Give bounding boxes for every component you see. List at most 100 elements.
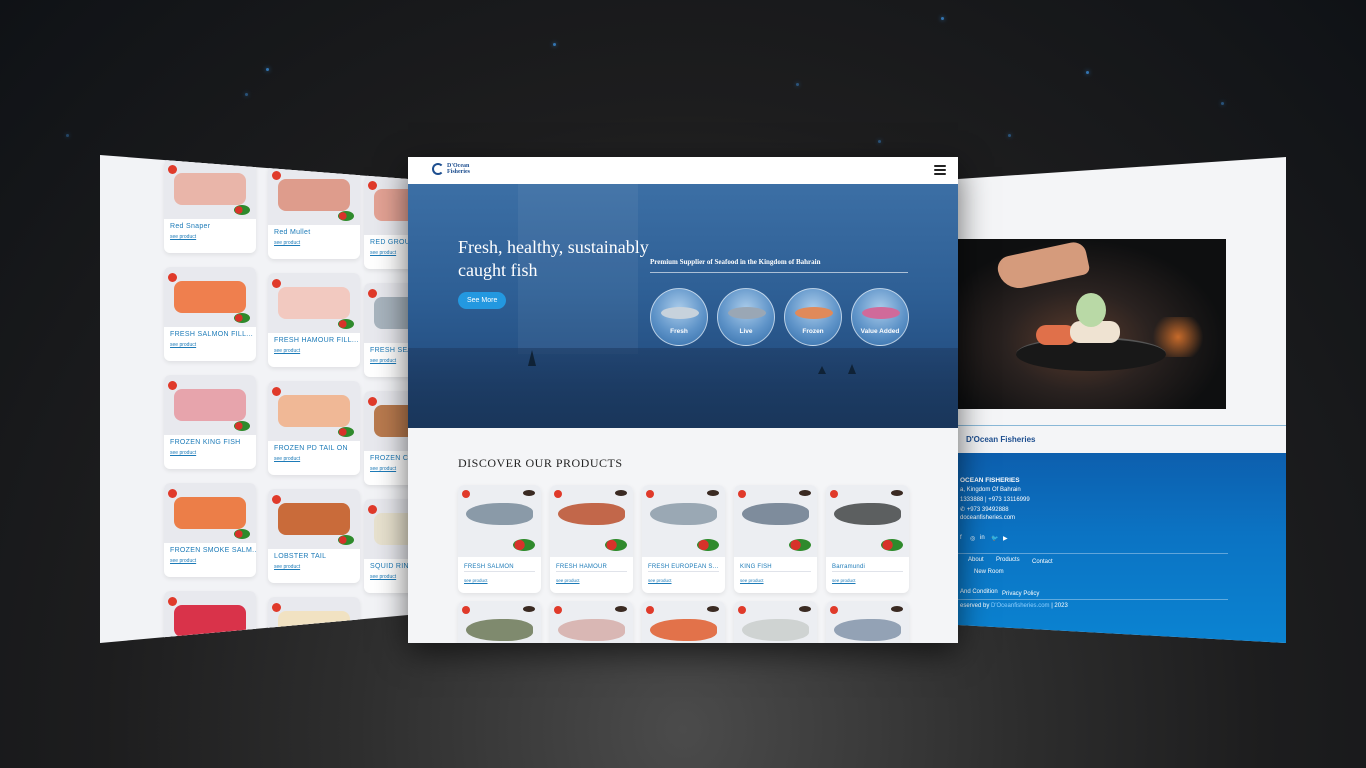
left-preview-panel: Red Snaper see product FRESH SALMON FILL..… (100, 155, 408, 643)
product-card[interactable]: RED GROUPE...see product (364, 175, 408, 269)
product-image (458, 601, 541, 643)
vegetables-icon (881, 539, 903, 551)
product-image (826, 601, 909, 643)
product-name: KING FISH (740, 564, 772, 570)
badge-icon (368, 181, 377, 190)
hero-subtitle: Premium Supplier of Seafood in the Kingd… (650, 258, 821, 266)
vegetables-icon (513, 539, 535, 551)
product-image (550, 485, 633, 557)
spice-icon (615, 490, 627, 496)
product-image (268, 273, 360, 333)
product-card[interactable]: Red Mullet see product (268, 165, 360, 259)
see-more-button[interactable]: See More (458, 292, 507, 309)
product-card[interactable]: LOBSTER TAIL see product (268, 489, 360, 583)
spice-icon (523, 490, 535, 496)
product-card[interactable]: see product (826, 601, 909, 643)
footer-link-terms[interactable]: And Condition (960, 589, 998, 595)
see-product-link[interactable]: see product (164, 446, 256, 460)
product-image (268, 489, 360, 549)
twitter-icon[interactable]: 🐦 (991, 535, 998, 542)
badge-icon (368, 289, 377, 298)
product-card[interactable]: see product (164, 591, 256, 643)
hamburger-menu-icon[interactable] (934, 165, 946, 175)
footer-address: a, Kingdom Of Bahrain (960, 487, 1021, 493)
product-card[interactable]: SQUID RING...see product (364, 499, 408, 593)
category-value-added[interactable]: Value Added (851, 288, 909, 346)
category-image (661, 307, 699, 319)
footer-link-products[interactable]: Products (996, 557, 1020, 563)
product-name: LOBSTER TAIL (274, 553, 327, 560)
product-card[interactable]: FRESH HAMOUR FILL... see product (268, 273, 360, 367)
badge-icon (368, 397, 377, 406)
see-product-link[interactable]: see product (164, 230, 256, 244)
product-card[interactable]: see product (642, 601, 725, 643)
product-name: FRESH HAMOUR FILL... (274, 337, 359, 344)
footer-link-contact[interactable]: Contact (1032, 559, 1053, 565)
product-card[interactable]: FRESH HAMOUR see product (550, 485, 633, 593)
products-section: DISCOVER OUR PRODUCTS FRESH SALMON see pr… (408, 456, 958, 643)
category-label: Frozen (802, 328, 824, 335)
star (1221, 102, 1224, 105)
divider (650, 272, 908, 273)
see-product-link[interactable]: see product (364, 246, 408, 260)
see-product-link[interactable]: see product (268, 560, 360, 574)
product-card[interactable]: FRESH SALMON see product (458, 485, 541, 593)
instagram-icon[interactable]: ◎ (970, 535, 975, 542)
product-image (642, 485, 725, 557)
see-product-link[interactable]: see product (268, 236, 360, 250)
youtube-icon[interactable]: ▶ (1003, 535, 1008, 542)
footer-link-privacy[interactable]: Privacy Policy (1002, 591, 1039, 597)
see-product-link[interactable]: see product (268, 344, 360, 358)
badge-icon (738, 490, 746, 498)
badge-icon (272, 495, 281, 504)
product-card[interactable]: see product (458, 601, 541, 643)
footer-phones: 1333888 | +973 13116999 (960, 497, 1030, 503)
badge-icon (646, 606, 654, 614)
category-label: Fresh (670, 328, 688, 335)
footer-email: doceanfisheries.com (960, 515, 1016, 521)
see-product-link[interactable]: see product (364, 462, 408, 476)
facebook-icon[interactable]: f (960, 535, 962, 541)
product-card[interactable]: KING FISH see product (734, 485, 817, 593)
site-logo[interactable]: D'Ocean Fisheries (432, 163, 470, 175)
product-card[interactable]: Barramundi see product (826, 485, 909, 593)
category-image (862, 307, 900, 319)
product-grid: FRESH SALMON see product FRESH HAMOUR see p… (458, 485, 909, 643)
vegetables-icon (789, 539, 811, 551)
footer-phone2: ✆ +973 39492888 (960, 507, 1009, 513)
product-card[interactable]: see product (734, 601, 817, 643)
see-product-link[interactable]: see product (364, 354, 408, 368)
product-card[interactable]: see product (268, 597, 360, 643)
badge-icon (168, 597, 177, 606)
top-navbar: D'Ocean Fisheries (408, 157, 958, 184)
product-image (164, 375, 256, 435)
product-card[interactable]: FRESH SEABA...see product (364, 283, 408, 377)
badge-icon (272, 171, 281, 180)
star (796, 83, 799, 86)
badge-icon (272, 279, 281, 288)
left-product-column: Red Mullet see product FRESH HAMOUR FILL..… (268, 165, 360, 643)
category-live[interactable]: Live (717, 288, 775, 346)
linkedin-icon[interactable]: in (980, 535, 985, 541)
star (1086, 71, 1089, 74)
product-card[interactable]: FROZEN CR...see product (364, 391, 408, 485)
badge-icon (830, 490, 838, 498)
footer-link-newsroom[interactable]: New Room (974, 569, 1004, 575)
product-image (268, 381, 360, 441)
product-card[interactable]: FROZEN PD TAIL ON see product (268, 381, 360, 475)
see-product-link[interactable]: see product (164, 338, 256, 352)
product-name: Red Snaper (170, 223, 211, 230)
see-product-link[interactable]: see product (164, 554, 256, 568)
see-product-link[interactable]: see product (364, 570, 408, 584)
spice-icon (891, 490, 903, 496)
category-frozen[interactable]: Frozen (784, 288, 842, 346)
product-card[interactable]: see product (550, 601, 633, 643)
footer-link-about[interactable]: About (968, 557, 984, 563)
product-card[interactable]: FRESH SALMON FILL... see product (164, 267, 256, 361)
product-card[interactable]: Red Snaper see product (164, 159, 256, 253)
product-card[interactable]: FROZEN SMOKE SALM... see product (164, 483, 256, 577)
product-card[interactable]: FROZEN KING FISH see product (164, 375, 256, 469)
category-fresh[interactable]: Fresh (650, 288, 708, 346)
see-product-link[interactable]: see product (268, 452, 360, 466)
product-card[interactable]: FRESH EUROPEAN SE... see product (642, 485, 725, 593)
